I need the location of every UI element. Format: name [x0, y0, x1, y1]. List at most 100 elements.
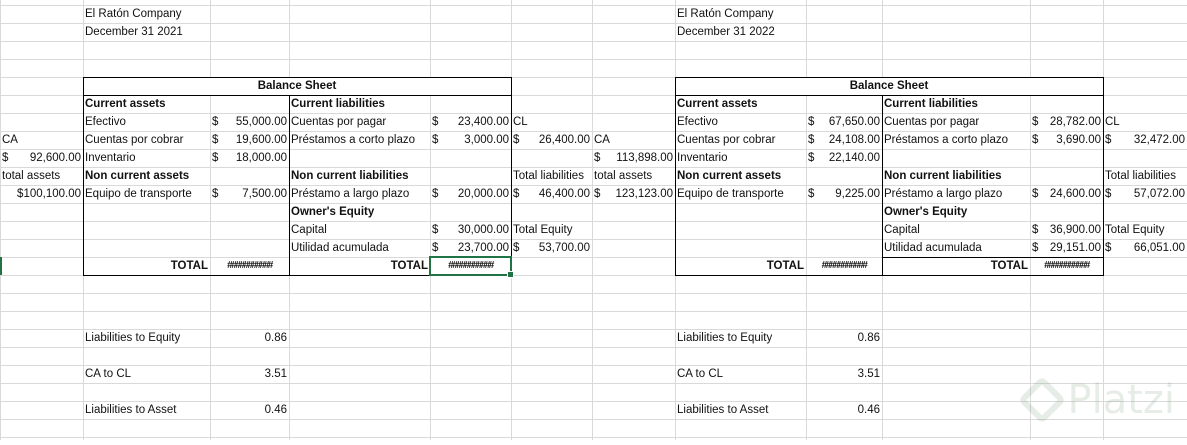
cell-r7-c9[interactable]: $67,650.00 — [806, 113, 882, 131]
cell-r10-c6[interactable]: Total liabilities — [511, 167, 592, 185]
cell-r15-c2[interactable]: TOTAL — [83, 257, 210, 275]
cell-r21-c2[interactable]: CA to CL — [83, 365, 210, 383]
cell-r10-c2[interactable]: Non current assets — [83, 167, 210, 185]
cell-r5-c8[interactable]: Balance Sheet — [675, 77, 1103, 95]
cell-r7-c12[interactable]: CL — [1103, 113, 1187, 131]
cell-r1-c8[interactable]: El Ratón Company — [675, 5, 806, 23]
cell-r23-c8[interactable]: Liabilities to Asset — [675, 401, 806, 419]
cell-r14-c5[interactable]: $23,700.00 — [430, 239, 511, 257]
cell-r6-c10[interactable]: Current liabilities — [882, 95, 1030, 113]
cell-r15-c10[interactable]: TOTAL — [882, 257, 1030, 275]
cell-r11-c12[interactable]: $57,072.00 — [1103, 185, 1187, 203]
cell-r10-c12[interactable]: Total liabilities — [1103, 167, 1187, 185]
cell-r8-c2[interactable]: Cuentas por cobrar — [83, 131, 210, 149]
cell-r15-c8[interactable]: TOTAL — [675, 257, 806, 275]
cell-r11-c11[interactable]: $24,600.00 — [1030, 185, 1103, 203]
cell-r7-c10[interactable]: Cuentas por pagar — [882, 113, 1030, 131]
cell-value: 55,000.00 — [235, 116, 287, 128]
cell-r9-c1[interactable]: $92,600.00 — [0, 149, 83, 167]
cell-r10-c1[interactable]: total assets — [0, 167, 83, 185]
cell-r13-c12[interactable]: Total Equity — [1103, 221, 1187, 239]
cell-r1-c2[interactable]: El Ratón Company — [83, 5, 210, 23]
cell-r15-c4[interactable]: TOTAL — [289, 257, 430, 275]
cell-r14-c12[interactable]: $66,051.00 — [1103, 239, 1187, 257]
cell-r14-c10[interactable]: Utilidad acumulada — [882, 239, 1030, 257]
cell-r15-c9[interactable]: ########### — [806, 257, 882, 275]
cell-r12-c4[interactable]: Owner's Equity — [289, 203, 430, 221]
cell-r9-c9[interactable]: $22,140.00 — [806, 149, 882, 167]
cell-r8-c8[interactable]: Cuentas por cobrar — [675, 131, 806, 149]
cell-r11-c8[interactable]: Equipo de transporte — [675, 185, 806, 203]
cell-r19-c2[interactable]: Liabilities to Equity — [83, 329, 210, 347]
cell-r11-c9[interactable]: $9,225.00 — [806, 185, 882, 203]
cell-value: 53,700.00 — [538, 242, 590, 254]
cell-value: 3,690.00 — [1056, 134, 1101, 146]
cell-r7-c4[interactable]: Cuentas por pagar — [289, 113, 430, 131]
cell-r15-c3[interactable]: ########### — [210, 257, 289, 275]
cell-r8-c9[interactable]: $24,108.00 — [806, 131, 882, 149]
cell-r13-c10[interactable]: Capital — [882, 221, 1030, 239]
cell-r9-c8[interactable]: Inventario — [675, 149, 806, 167]
assets-liabilities-divider — [882, 95, 883, 275]
cell-r13-c11[interactable]: $36,900.00 — [1030, 221, 1103, 239]
cell-r21-c3[interactable]: 3.51 — [210, 365, 289, 383]
cell-r15-c5[interactable]: ########### — [430, 257, 511, 275]
cell-r19-c8[interactable]: Liabilities to Equity — [675, 329, 806, 347]
cell-r14-c6[interactable]: $53,700.00 — [511, 239, 592, 257]
cell-r21-c8[interactable]: CA to CL — [675, 365, 806, 383]
cell-r13-c4[interactable]: Capital — [289, 221, 430, 239]
cell-r14-c4[interactable]: Utilidad acumulada — [289, 239, 430, 257]
cell-r2-c2[interactable]: December 31 2021 — [83, 23, 210, 41]
cell-value: 9,225.00 — [835, 188, 880, 200]
cell-r10-c4[interactable]: Non current liabilities — [289, 167, 430, 185]
cell-r9-c2[interactable]: Inventario — [83, 149, 210, 167]
cell-r23-c3[interactable]: 0.46 — [210, 401, 289, 419]
cell-r11-c10[interactable]: Préstamo a largo plazo — [882, 185, 1030, 203]
cell-r7-c11[interactable]: $28,782.00 — [1030, 113, 1103, 131]
cell-r11-c2[interactable]: Equipo de transporte — [83, 185, 210, 203]
cell-r7-c3[interactable]: $55,000.00 — [210, 113, 289, 131]
cell-r9-c3[interactable]: $18,000.00 — [210, 149, 289, 167]
cell-r8-c5[interactable]: $3,000.00 — [430, 131, 511, 149]
cell-value: 24,108.00 — [828, 134, 880, 146]
cell-r8-c6[interactable]: $26,400.00 — [511, 131, 592, 149]
cell-r19-c3[interactable]: 0.86 — [210, 329, 289, 347]
spreadsheet-grid[interactable]: El Ratón Company El Ratón Company December… — [0, 0, 1187, 445]
cell-r6-c4[interactable]: Current liabilities — [289, 95, 430, 113]
cell-r11-c3[interactable]: $7,500.00 — [210, 185, 289, 203]
cell-r15-c11[interactable]: ########### — [1030, 257, 1103, 275]
cell-r11-c4[interactable]: Préstamo a largo plazo — [289, 185, 430, 203]
cell-r11-c6[interactable]: $46,400.00 — [511, 185, 592, 203]
cell-r23-c9[interactable]: 0.46 — [806, 401, 882, 419]
cell-r8-c4[interactable]: Préstamos a corto plazo — [289, 131, 430, 149]
cell-r11-c7[interactable]: $123,123.00 — [592, 185, 675, 203]
cell-r7-c6[interactable]: CL — [511, 113, 592, 131]
cell-r21-c9[interactable]: 3.51 — [806, 365, 882, 383]
cell-r5-c2[interactable]: Balance Sheet — [83, 77, 511, 95]
cell-r8-c10[interactable]: Préstamos a corto plazo — [882, 131, 1030, 149]
cell-r6-c2[interactable]: Current assets — [83, 95, 210, 113]
cell-r7-c8[interactable]: Efectivo — [675, 113, 806, 131]
cell-r8-c12[interactable]: $32,472.00 — [1103, 131, 1187, 149]
currency-symbol: $ — [2, 152, 9, 164]
cell-r12-c10[interactable]: Owner's Equity — [882, 203, 1030, 221]
cell-r8-c3[interactable]: $19,600.00 — [210, 131, 289, 149]
cell-r11-c5[interactable]: $20,000.00 — [430, 185, 511, 203]
cell-r14-c11[interactable]: $29,151.00 — [1030, 239, 1103, 257]
cell-r13-c5[interactable]: $30,000.00 — [430, 221, 511, 239]
cell-r11-c1[interactable]: $100,100.00 — [0, 185, 83, 203]
cell-r10-c8[interactable]: Non current assets — [675, 167, 806, 185]
cell-r2-c8[interactable]: December 31 2022 — [675, 23, 806, 41]
cell-r19-c9[interactable]: 0.86 — [806, 329, 882, 347]
cell-r7-c2[interactable]: Efectivo — [83, 113, 210, 131]
cell-r13-c6[interactable]: Total Equity — [511, 221, 592, 239]
cell-r8-c11[interactable]: $3,690.00 — [1030, 131, 1103, 149]
cell-r10-c7[interactable]: total assets — [592, 167, 675, 185]
cell-r9-c7[interactable]: $113,898.00 — [592, 149, 675, 167]
cell-r7-c5[interactable]: $23,400.00 — [430, 113, 511, 131]
cell-r8-c7[interactable]: CA — [592, 131, 675, 149]
cell-r8-c1[interactable]: CA — [0, 131, 83, 149]
cell-r10-c10[interactable]: Non current liabilities — [882, 167, 1030, 185]
cell-r23-c2[interactable]: Liabilities to Asset — [83, 401, 210, 419]
cell-r6-c8[interactable]: Current assets — [675, 95, 806, 113]
